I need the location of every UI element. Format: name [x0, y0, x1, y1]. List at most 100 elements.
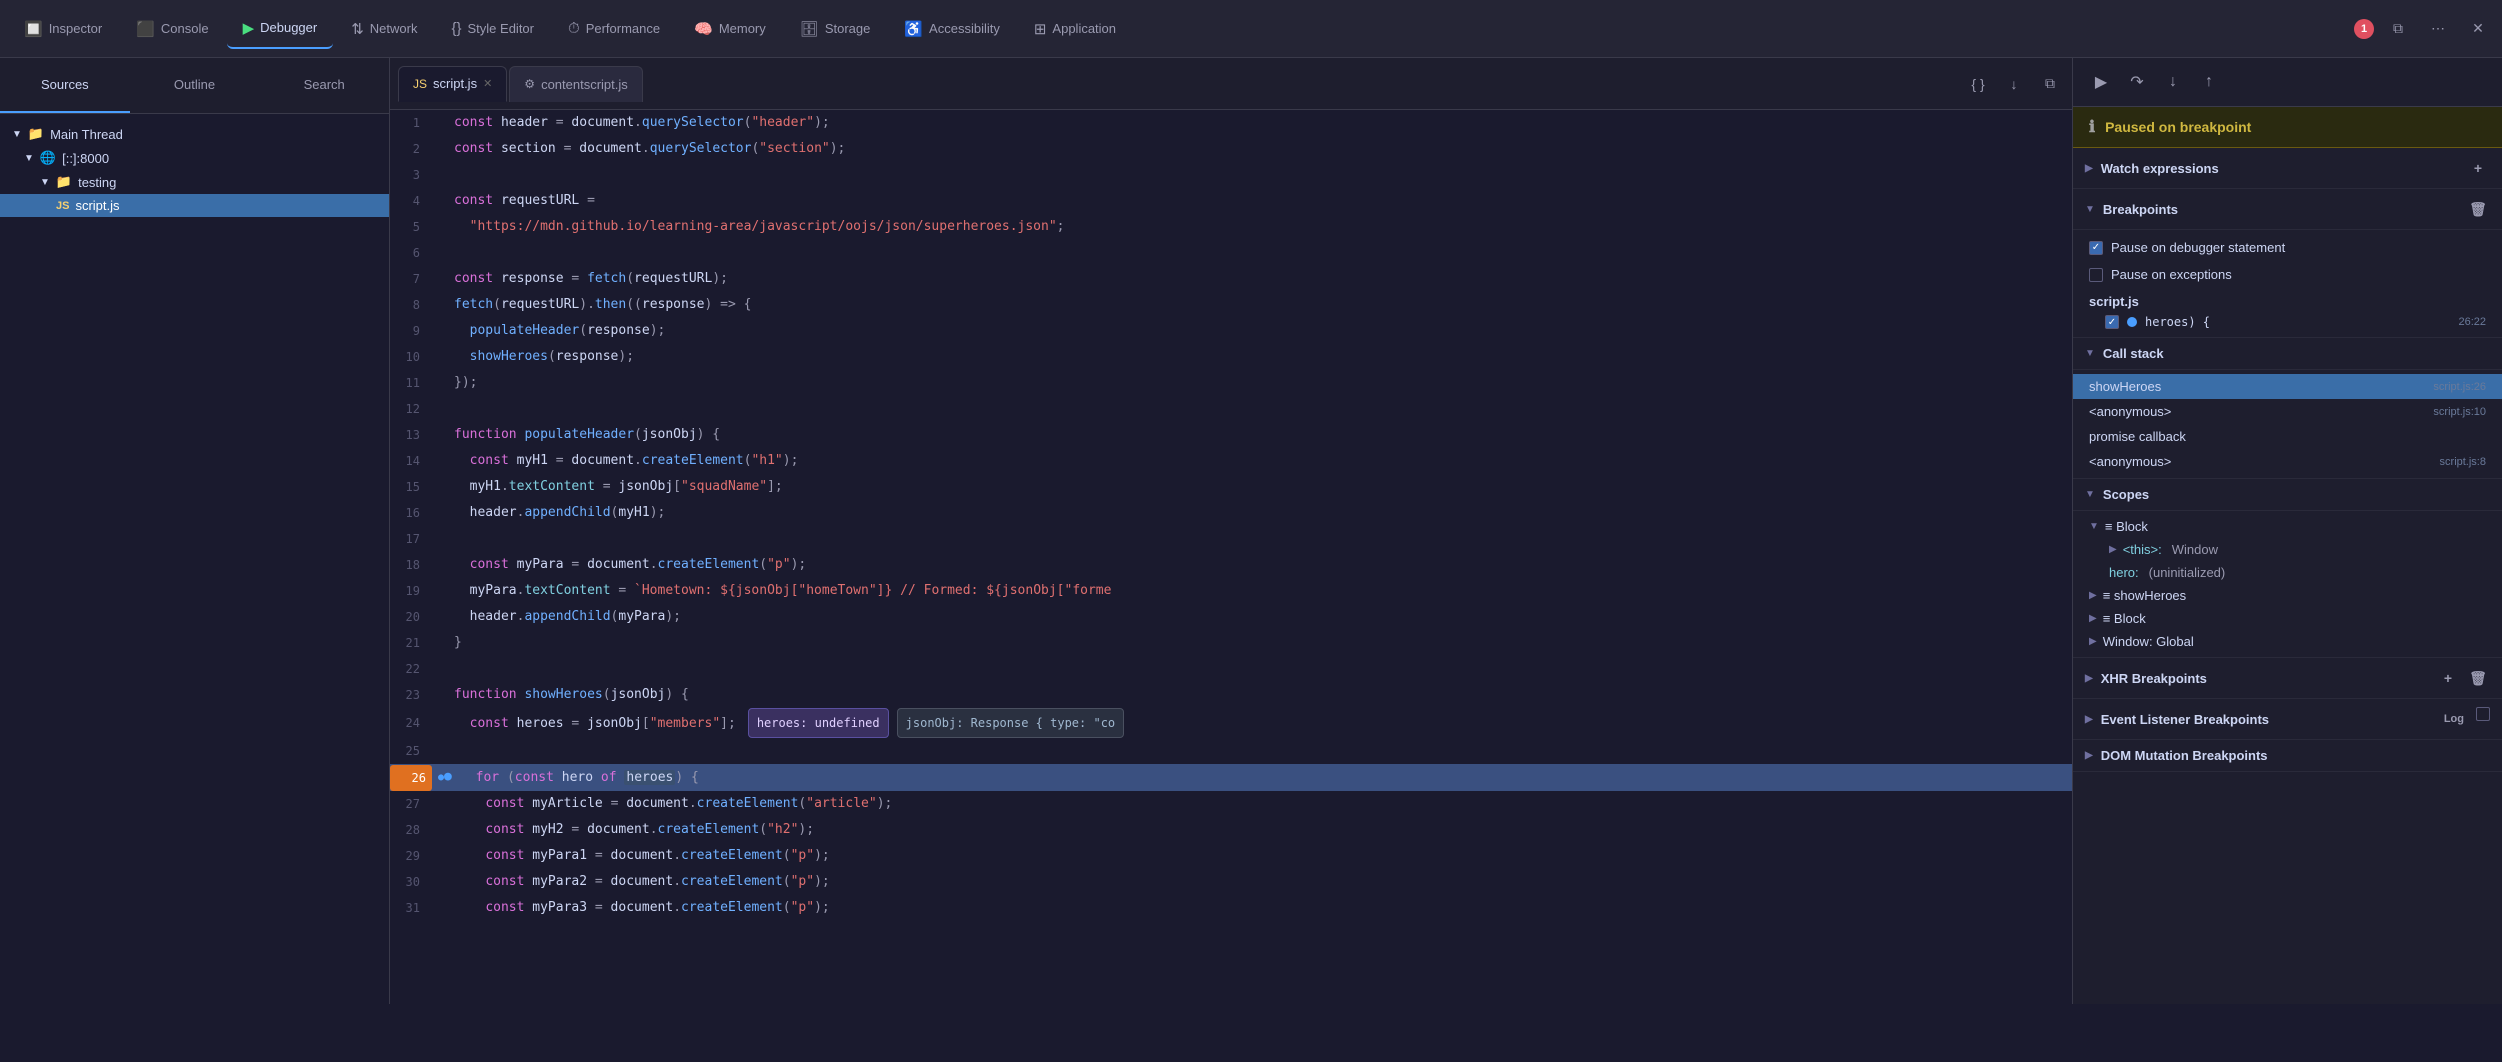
dom-arrow: ▶ — [2085, 750, 2093, 761]
more-options-button[interactable]: ⋯ — [2422, 13, 2454, 45]
code-line-17: 17 — [390, 526, 2072, 552]
responsive-mode-button[interactable]: ⧉ — [2382, 13, 2414, 45]
tab-style-editor[interactable]: {} Style Editor — [435, 9, 550, 49]
scopes-arrow: ▼ — [2085, 489, 2095, 500]
callstack-item-3[interactable]: <anonymous> script.js:8 — [2073, 449, 2502, 474]
expand-arrow-testing: ▼ — [40, 177, 50, 188]
file-tab-contentscript-js[interactable]: ⚙ contentscript.js — [509, 66, 642, 102]
js-file-icon: JS — [56, 200, 69, 212]
log-checkbox[interactable]: Log — [2438, 707, 2470, 731]
add-xhr-breakpoint-button[interactable]: + — [2436, 666, 2460, 690]
tab-sources[interactable]: Sources — [0, 58, 130, 113]
step-into-button[interactable]: ↓ — [2157, 66, 2189, 98]
memory-icon: 🧠 — [694, 20, 713, 38]
code-line-27: 27 const myArticle = document.createElem… — [390, 791, 2072, 817]
debug-toolbar: ▶ ↷ ↓ ↑ — [2073, 58, 2502, 107]
tab-application[interactable]: ⊞ Application — [1018, 9, 1132, 49]
code-line-1: 1 const header = document.querySelector(… — [390, 110, 2072, 136]
code-line-16: 16 header.appendChild(myH1); — [390, 500, 2072, 526]
tab-search[interactable]: Search — [259, 58, 389, 113]
delete-all-breakpoints-button[interactable]: 🗑 — [2466, 197, 2490, 221]
step-over-button[interactable]: ↷ — [2121, 66, 2153, 98]
tab-accessibility[interactable]: ♿ Accessibility — [888, 9, 1015, 49]
tree-main-thread[interactable]: ▼ 📁 Main Thread — [0, 122, 389, 146]
scope-block2[interactable]: ▶ ≡ Block — [2073, 607, 2502, 630]
top-tab-bar: 🔲 Inspector ⬛ Console ▶ Debugger ⇅ Netwo… — [0, 0, 2502, 58]
tab-inspector[interactable]: 🔲 Inspector — [8, 9, 118, 49]
highlighted-word: heroes — [624, 770, 675, 785]
copy-button[interactable]: ⧉ — [2036, 70, 2064, 98]
scope-global[interactable]: ▶ Window: Global — [2073, 630, 2502, 653]
breakpoint-file-name: script.js — [2073, 288, 2502, 311]
callstack-item-0[interactable]: showHeroes script.js:26 — [2073, 374, 2502, 399]
code-line-23: 23 function showHeroes(jsonObj) { — [390, 682, 2072, 708]
tree-file-script-js[interactable]: JS script.js — [0, 194, 389, 217]
accessibility-icon: ♿ — [904, 20, 923, 38]
scope-block[interactable]: ▼ ≡ Block — [2073, 515, 2502, 538]
pause-on-debugger-checkbox[interactable] — [2089, 241, 2103, 255]
code-line-12: 12 — [390, 396, 2072, 422]
event-listener-breakpoints-header[interactable]: ▶ Event Listener Breakpoints Log — [2073, 699, 2502, 740]
code-line-20: 20 header.appendChild(myPara); — [390, 604, 2072, 630]
log-toggle[interactable] — [2476, 707, 2490, 721]
debugger-icon: ▶ — [243, 19, 255, 37]
tree-host[interactable]: ▼ 🌐 [::]:8000 — [0, 146, 389, 170]
tab-debugger[interactable]: ▶ Debugger — [227, 9, 334, 49]
tab-network[interactable]: ⇅ Network — [335, 9, 433, 49]
code-line-8: 8 fetch(requestURL).then((response) => { — [390, 292, 2072, 318]
add-watch-button[interactable]: + — [2466, 156, 2490, 180]
resume-button[interactable]: ▶ — [2085, 66, 2117, 98]
code-line-2: 2 const section = document.querySelector… — [390, 136, 2072, 162]
heroes-tooltip: heroes: undefined — [748, 708, 889, 738]
code-line-6: 6 — [390, 240, 2072, 266]
step-out-button[interactable]: ↑ — [2193, 66, 2225, 98]
tree-folder-testing[interactable]: ▼ 📁 testing — [0, 170, 389, 194]
breakpoints-content: Pause on debugger statement Pause on exc… — [2073, 230, 2502, 338]
code-line-26: 26 ● for (const hero of heroes) { — [390, 764, 2072, 791]
tab-storage[interactable]: 🗄 Storage — [784, 9, 887, 49]
breakpoints-header[interactable]: ▼ Breakpoints 🗑 — [2073, 189, 2502, 230]
folder-icon: 📁 — [28, 126, 44, 142]
delete-xhr-breakpoints-button[interactable]: 🗑 — [2466, 666, 2490, 690]
breakpoints-arrow: ▼ — [2085, 204, 2095, 215]
right-panel: ▶ ↷ ↓ ↑ ℹ Paused on breakpoint ▶ Watch e… — [2072, 58, 2502, 1004]
jsonobj-tooltip: jsonObj: Response { type: "co — [897, 708, 1125, 738]
code-line-9: 9 populateHeader(response); — [390, 318, 2072, 344]
download-button[interactable]: ↓ — [2000, 70, 2028, 98]
code-line-31: 31 const myPara3 = document.createElemen… — [390, 895, 2072, 921]
watch-expressions-header[interactable]: ▶ Watch expressions + — [2073, 148, 2502, 189]
main-layout: Sources Outline Search ▼ 📁 Main Thread ▼… — [0, 58, 2502, 1004]
code-line-22: 22 — [390, 656, 2072, 682]
pause-on-exceptions-checkbox[interactable] — [2089, 268, 2103, 282]
tab-memory[interactable]: 🧠 Memory — [678, 9, 782, 49]
code-editor[interactable]: 1 const header = document.querySelector(… — [390, 110, 2072, 1004]
scopes-header[interactable]: ▼ Scopes — [2073, 479, 2502, 511]
close-file-tab[interactable]: ✕ — [483, 77, 492, 90]
callstack-item-2[interactable]: promise callback — [2073, 424, 2502, 449]
console-icon: ⬛ — [136, 20, 155, 38]
file-tab-script-js[interactable]: JS script.js ✕ — [398, 66, 507, 102]
top-right-actions: 1 ⧉ ⋯ ✕ — [2354, 13, 2494, 45]
tab-right-icons: { } ↓ ⧉ — [1964, 70, 2064, 98]
code-line-13: 13 function populateHeader(jsonObj) { — [390, 422, 2072, 448]
xhr-breakpoints-header[interactable]: ▶ XHR Breakpoints + 🗑 — [2073, 658, 2502, 699]
close-devtools-button[interactable]: ✕ — [2462, 13, 2494, 45]
callstack-item-1[interactable]: <anonymous> script.js:10 — [2073, 399, 2502, 424]
tab-performance[interactable]: ⏱ Performance — [552, 9, 676, 49]
scope-this[interactable]: ▶ <this>: Window — [2073, 538, 2502, 561]
scope-hero: hero: (uninitialized) — [2073, 561, 2502, 584]
code-line-15: 15 myH1.textContent = jsonObj["squadName… — [390, 474, 2072, 500]
dom-mutation-breakpoints-header[interactable]: ▶ DOM Mutation Breakpoints — [2073, 740, 2502, 772]
bp-indicator-26: ● — [438, 764, 448, 791]
scope-showheroes[interactable]: ▶ ≡ showHeroes — [2073, 584, 2502, 607]
code-line-4: 4 const requestURL = — [390, 188, 2072, 214]
application-icon: ⊞ — [1034, 20, 1047, 38]
tab-outline[interactable]: Outline — [130, 58, 260, 113]
code-panel: JS script.js ✕ ⚙ contentscript.js { } ↓ … — [390, 58, 2072, 1004]
breakpoint-checkbox[interactable] — [2105, 315, 2119, 329]
folder-icon-testing: 📁 — [56, 174, 72, 190]
callstack-header[interactable]: ▼ Call stack — [2073, 338, 2502, 370]
pretty-print-button[interactable]: { } — [1964, 70, 1992, 98]
tab-console[interactable]: ⬛ Console — [120, 9, 224, 49]
breakpoint-dot — [2127, 317, 2137, 327]
